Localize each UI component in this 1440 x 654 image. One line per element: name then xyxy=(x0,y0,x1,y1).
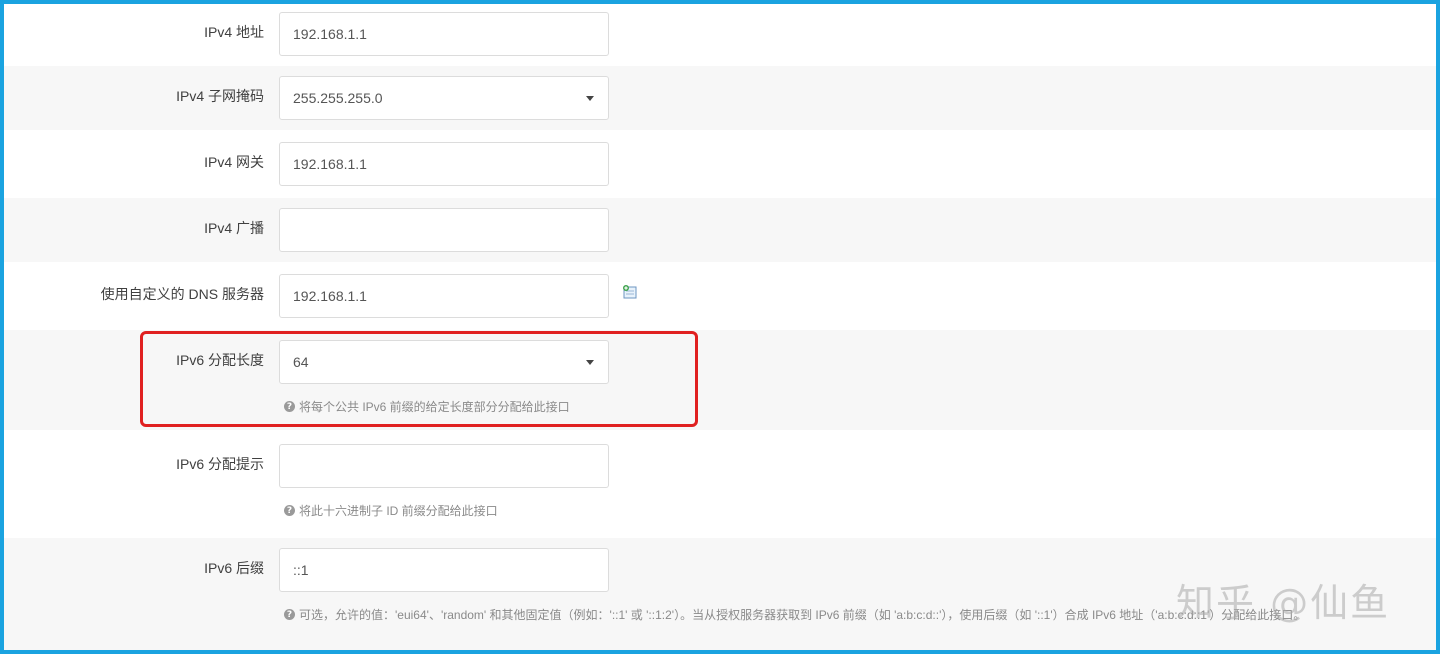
add-entry-icon[interactable] xyxy=(622,284,638,300)
ipv6-assign-hint-input[interactable] xyxy=(279,444,609,488)
custom-dns-value: 192.168.1.1 xyxy=(293,288,367,304)
ipv4-gateway-input[interactable]: 192.168.1.1 xyxy=(279,142,609,186)
ipv6-suffix-help: ? 可选，允许的值：'eui64'、'random' 和其他固定值（例如：'::1… xyxy=(284,606,1305,623)
ipv4-broadcast-label: IPv4 广播 xyxy=(204,220,264,236)
ipv4-netmask-select[interactable]: 255.255.255.0 xyxy=(279,76,609,120)
question-circle-icon: ? xyxy=(284,505,295,516)
ipv4-netmask-value: 255.255.255.0 xyxy=(293,90,383,106)
ipv4-address-label: IPv4 地址 xyxy=(204,24,264,40)
ipv6-suffix-value: ::1 xyxy=(293,562,309,578)
row-ipv4-broadcast: IPv4 广播 xyxy=(4,198,1436,262)
ipv6-assign-hint-help-text: 将此十六进制子 ID 前缀分配给此接口 xyxy=(299,504,498,518)
custom-dns-input[interactable]: 192.168.1.1 xyxy=(279,274,609,318)
ipv4-broadcast-input[interactable] xyxy=(279,208,609,252)
row-ipv4-netmask: IPv4 子网掩码 255.255.255.0 xyxy=(4,66,1436,130)
ipv6-suffix-label: IPv6 后缀 xyxy=(204,560,264,576)
watermark: 知乎 @仙鱼 xyxy=(1176,581,1391,625)
row-custom-dns: 使用自定义的 DNS 服务器 192.168.1.1 xyxy=(4,262,1436,330)
ipv4-address-value: 192.168.1.1 xyxy=(293,26,367,42)
row-ipv4-address: IPv4 地址 192.168.1.1 xyxy=(4,4,1436,66)
question-circle-icon: ? xyxy=(284,609,295,620)
chevron-down-icon xyxy=(586,96,594,101)
ipv4-gateway-value: 192.168.1.1 xyxy=(293,156,367,172)
row-ipv4-gateway: IPv4 网关 192.168.1.1 xyxy=(4,130,1436,198)
ipv6-suffix-help-text: 可选，允许的值：'eui64'、'random' 和其他固定值（例如：'::1'… xyxy=(299,608,1306,622)
ipv4-gateway-label: IPv4 网关 xyxy=(204,154,264,170)
ipv6-suffix-input[interactable]: ::1 xyxy=(279,548,609,592)
ipv6-assign-hint-label: IPv6 分配提示 xyxy=(176,456,264,472)
ipv4-netmask-label: IPv4 子网掩码 xyxy=(176,88,264,104)
row-ipv6-assign-hint: IPv6 分配提示 ? 将此十六进制子 ID 前缀分配给此接口 xyxy=(4,430,1436,538)
highlight-box xyxy=(140,331,698,427)
ipv6-assign-hint-help: ? 将此十六进制子 ID 前缀分配给此接口 xyxy=(284,502,498,519)
ipv4-address-input[interactable]: 192.168.1.1 xyxy=(279,12,609,56)
custom-dns-label: 使用自定义的 DNS 服务器 xyxy=(100,286,264,302)
